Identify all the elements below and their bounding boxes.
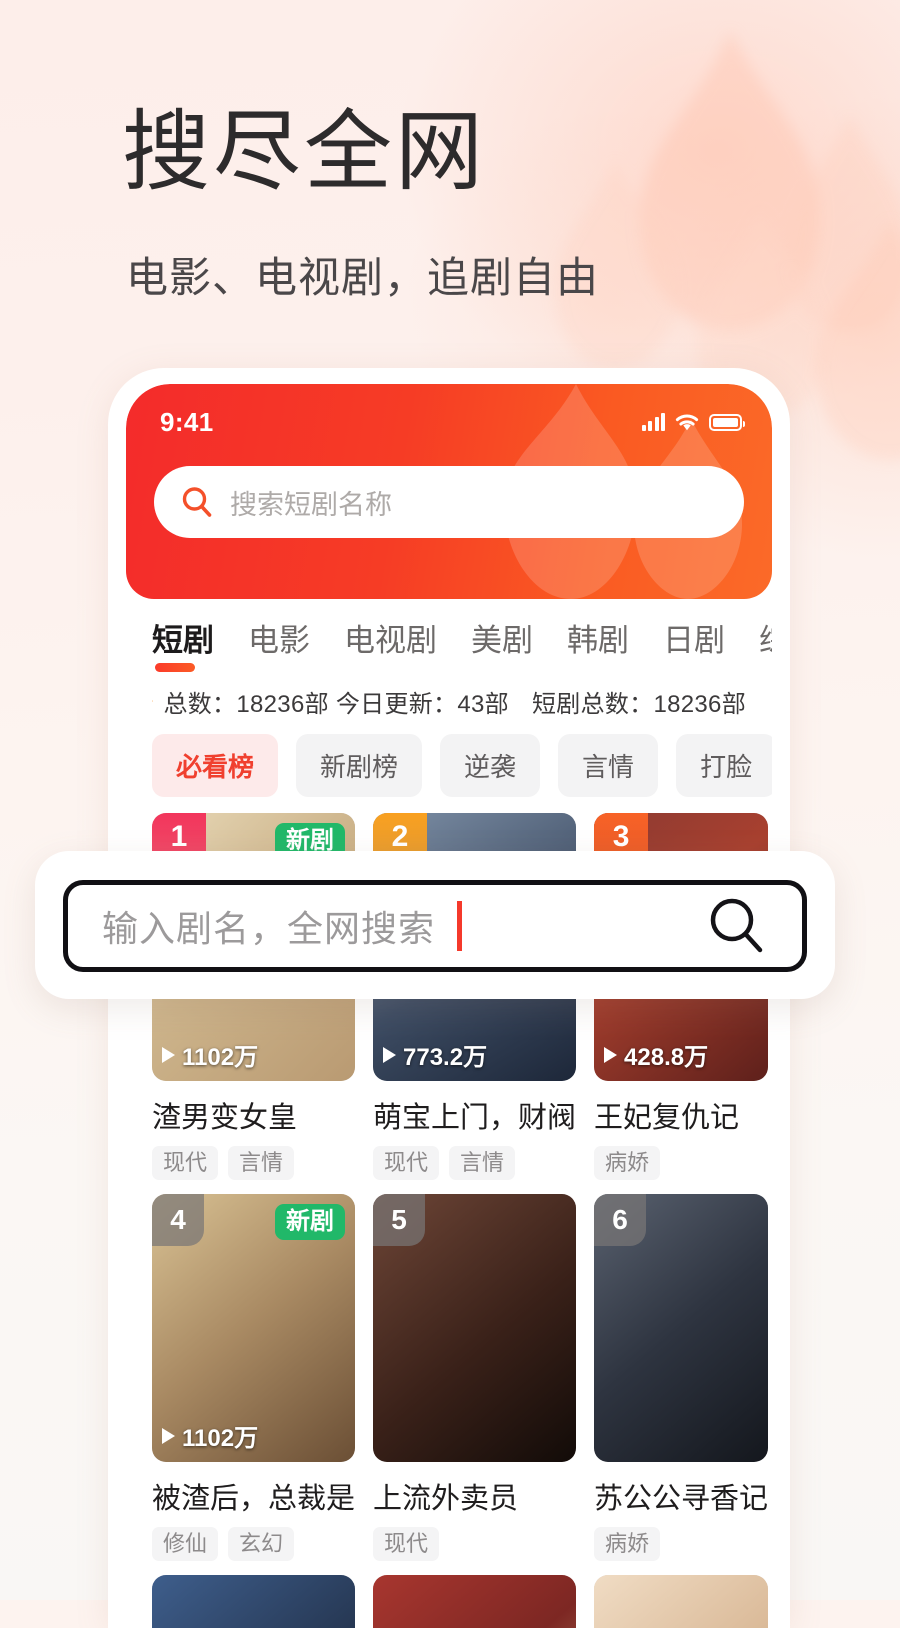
app-search-placeholder: 搜索短剧名称 xyxy=(230,483,392,522)
drama-tag: 言情 xyxy=(449,1146,515,1180)
poster-artwork xyxy=(594,1575,768,1628)
drama-tags: 病娇 xyxy=(594,1527,768,1561)
drama-poster[interactable] xyxy=(594,1575,768,1628)
signal-icon xyxy=(642,413,666,431)
search-icon[interactable] xyxy=(706,895,768,957)
megaphone-icon xyxy=(152,683,153,719)
drama-title: 渣男变女皇 xyxy=(152,1094,355,1136)
phone-screen: 9:41 搜索短剧名称 xyxy=(126,384,772,1628)
chip-xinjubang[interactable]: 新剧榜 xyxy=(296,734,422,797)
drama-tag: 现代 xyxy=(373,1527,439,1561)
chip-dalian[interactable]: 打脸 xyxy=(676,734,772,797)
poster-artwork xyxy=(373,1575,576,1628)
text-cursor xyxy=(457,901,462,951)
drama-tag: 修仙 xyxy=(152,1527,218,1561)
app-search-bar[interactable]: 搜索短剧名称 xyxy=(154,466,744,538)
battery-icon xyxy=(709,414,742,431)
page-subtitle: 电影、电视剧，追剧自由 xyxy=(126,252,599,305)
drama-poster[interactable] xyxy=(373,1575,576,1628)
wifi-icon xyxy=(674,413,700,432)
drama-card[interactable]: 6 苏公公寻香记病娇 xyxy=(594,1194,768,1561)
page-title: 搜尽全网 xyxy=(122,108,486,196)
drama-tag: 言情 xyxy=(228,1146,294,1180)
drama-card[interactable]: 4 新剧 1102万被渣后，总裁是修仙玄幻 xyxy=(152,1194,355,1561)
rank-badge: 4 xyxy=(152,1194,204,1246)
filter-chip-row[interactable]: 必看榜 新剧榜 逆袭 言情 打脸 重生 xyxy=(126,734,772,797)
drama-poster[interactable] xyxy=(152,1575,355,1628)
drama-title: 王妃复仇记 xyxy=(594,1094,768,1136)
status-icons xyxy=(642,413,743,432)
play-count: 773.2万 xyxy=(383,1037,487,1072)
drama-tag: 现代 xyxy=(373,1146,439,1180)
tab-hanju[interactable]: 韩剧 xyxy=(567,615,629,672)
rank-badge: 6 xyxy=(594,1194,646,1246)
rank-badge: 5 xyxy=(373,1194,425,1246)
play-count: 1102万 xyxy=(162,1037,258,1072)
drama-title: 苏公公寻香记 xyxy=(594,1475,768,1517)
drama-poster[interactable]: 5 xyxy=(373,1194,576,1462)
drama-tag: 病娇 xyxy=(594,1527,660,1561)
drama-title: 上流外卖员 xyxy=(373,1475,576,1517)
status-bar: 9:41 xyxy=(126,384,772,444)
play-icon xyxy=(383,1047,396,1063)
drama-poster[interactable]: 4 新剧 1102万 xyxy=(152,1194,355,1462)
marquee-text-1: 总数：18236部 今日更新：43部 xyxy=(163,684,509,719)
status-clock: 9:41 xyxy=(160,407,214,438)
drama-title: 被渣后，总裁是 xyxy=(152,1475,355,1517)
category-tabs[interactable]: 短剧 电影 电视剧 美剧 韩剧 日剧 综艺 xyxy=(126,615,772,672)
marquee-text-2: 短剧总数：18236部 xyxy=(532,684,746,719)
global-search-overlay[interactable]: 输入剧名，全网搜索 xyxy=(35,851,835,999)
poster-artwork xyxy=(152,1575,355,1628)
global-search-placeholder: 输入剧名，全网搜索 xyxy=(102,900,435,952)
play-icon xyxy=(162,1428,175,1444)
drama-card[interactable] xyxy=(373,1575,576,1628)
chip-nixi[interactable]: 逆袭 xyxy=(440,734,540,797)
global-search-box[interactable]: 输入剧名，全网搜索 xyxy=(63,880,807,972)
tab-zongyi[interactable]: 综艺 xyxy=(759,615,772,672)
drama-poster[interactable]: 6 xyxy=(594,1194,768,1462)
app-header: 9:41 搜索短剧名称 xyxy=(126,384,772,599)
tab-meiju[interactable]: 美剧 xyxy=(471,615,533,672)
new-drama-badge: 新剧 xyxy=(275,1204,345,1240)
tab-duanju[interactable]: 短剧 xyxy=(152,615,214,672)
play-icon xyxy=(604,1047,617,1063)
drama-tag: 病娇 xyxy=(594,1146,660,1180)
drama-tags: 现代言情 xyxy=(373,1146,576,1180)
drama-card[interactable] xyxy=(152,1575,355,1628)
tab-riju[interactable]: 日剧 xyxy=(663,615,725,672)
drama-card[interactable] xyxy=(594,1575,768,1628)
play-icon xyxy=(162,1047,175,1063)
drama-tags: 病娇 xyxy=(594,1146,768,1180)
play-count: 428.8万 xyxy=(604,1037,708,1072)
chip-bikanbang[interactable]: 必看榜 xyxy=(152,734,278,797)
chip-yanqing[interactable]: 言情 xyxy=(558,734,658,797)
drama-tag: 现代 xyxy=(152,1146,218,1180)
announcement-marquee: 总数：18236部 今日更新：43部 短剧总数：18236部 xyxy=(126,678,772,724)
play-count: 1102万 xyxy=(162,1418,258,1453)
drama-tags: 修仙玄幻 xyxy=(152,1527,355,1561)
drama-tags: 现代言情 xyxy=(152,1146,355,1180)
drama-title: 萌宝上门，财阀 xyxy=(373,1094,576,1136)
search-icon xyxy=(180,485,214,519)
drama-tag: 玄幻 xyxy=(228,1527,294,1561)
tab-dianying[interactable]: 电影 xyxy=(248,615,310,672)
tab-dianshiju[interactable]: 电视剧 xyxy=(344,615,437,672)
drama-tags: 现代 xyxy=(373,1527,576,1561)
drama-card[interactable]: 5 上流外卖员现代 xyxy=(373,1194,576,1561)
